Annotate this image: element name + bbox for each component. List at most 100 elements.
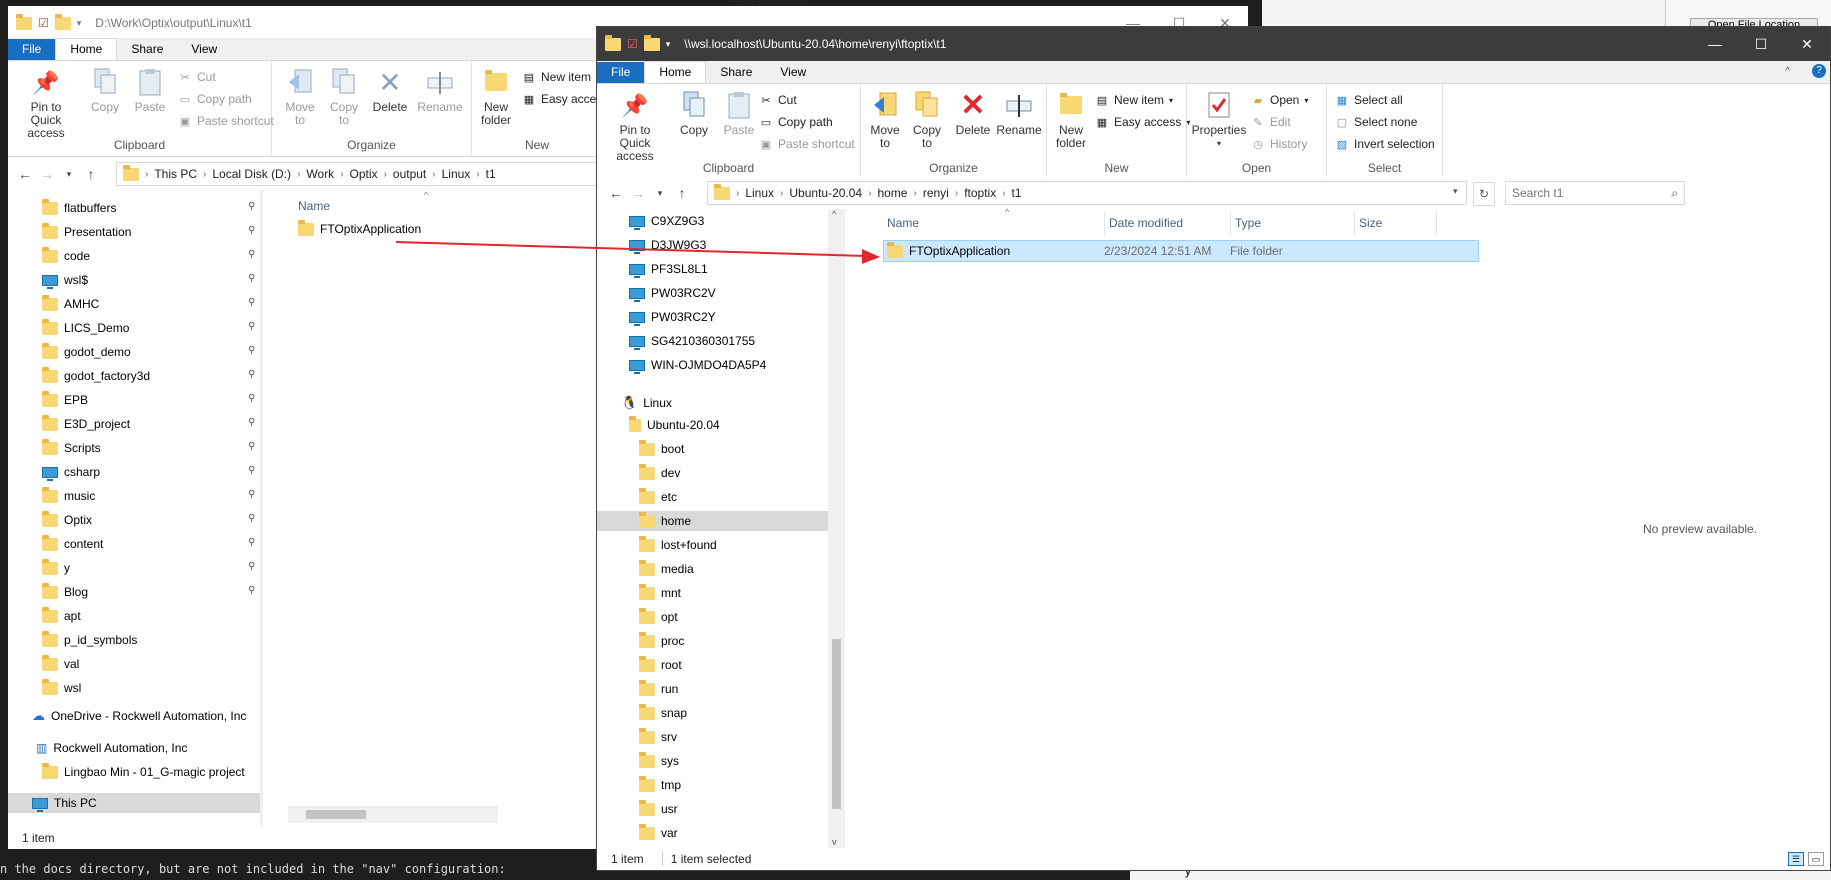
move-to-button[interactable]: Move to [280, 67, 320, 127]
easy-access-button[interactable]: ▦Easy access▾ [1095, 115, 1191, 129]
tree-item-ubuntu[interactable]: Ubuntu-20.04 [629, 415, 720, 435]
breadcrumb-item[interactable]: This PC [154, 167, 197, 181]
history-button[interactable]: ◷ History [1251, 137, 1307, 151]
tree-item-dev[interactable]: dev [639, 463, 680, 483]
tab-view[interactable]: View [177, 39, 231, 60]
file-item-ftoptix[interactable]: FTOptixApplication [298, 219, 421, 239]
new-folder-button[interactable]: New folder [1051, 90, 1091, 150]
breadcrumb-item[interactable]: t1 [486, 167, 496, 181]
tree-item-blog[interactable]: Blog ⚲ [42, 582, 262, 602]
copy-to-button[interactable]: Copy to [324, 67, 364, 127]
paste-shortcut-button[interactable]: ▣ Paste shortcut [759, 137, 855, 151]
breadcrumb-item[interactable]: Local Disk (D:) [212, 167, 291, 181]
tree-item-snap[interactable]: snap [639, 703, 687, 723]
column-header-date[interactable]: Date modified [1109, 211, 1231, 235]
tree-item-computer[interactable]: D3JW9G3 [629, 235, 706, 255]
paste-button[interactable]: Paste [130, 67, 170, 114]
tree-item-epb[interactable]: EPB ⚲ [42, 390, 262, 410]
copy-button[interactable]: Copy [86, 67, 124, 114]
tree-item-usr[interactable]: usr [639, 799, 678, 819]
tree-item-var[interactable]: var [639, 823, 678, 843]
tree-item-flatbuffers[interactable]: flatbuffers ⚲ [42, 198, 262, 218]
tree-item-computer[interactable]: SG4210360301755 [629, 331, 755, 351]
tree-item-csharp[interactable]: csharp ⚲ [42, 462, 262, 482]
tree-item-run[interactable]: run [639, 679, 678, 699]
tree-item-computer[interactable]: PF3SL8L1 [629, 259, 708, 279]
paste-button[interactable]: Paste [719, 90, 759, 137]
chevron-down-icon[interactable]: ▾ [666, 39, 671, 50]
invert-selection-button[interactable]: ▧ Invert selection [1335, 137, 1435, 151]
tree-item-lost-found[interactable]: lost+found [639, 535, 717, 555]
properties-icon[interactable]: ☑ [38, 16, 49, 30]
tree-item-godot-factory3d[interactable]: godot_factory3d ⚲ [42, 366, 262, 386]
rename-button[interactable]: Rename [995, 90, 1043, 137]
copy-path-button[interactable]: ▭ Copy path [178, 92, 252, 106]
up-arrow-icon[interactable]: ↑ [80, 166, 102, 182]
scroll-down-icon[interactable]: v [832, 837, 837, 847]
tree-item-computer[interactable]: C9XZ9G3 [629, 211, 704, 231]
tree-item-this-pc[interactable]: This PC [8, 793, 260, 813]
tree-item-amhc[interactable]: AMHC ⚲ [42, 294, 262, 314]
tree-item-computer[interactable]: WIN-OJMDO4DA5P4 [629, 355, 766, 375]
maximize-icon[interactable]: ☐ [1738, 27, 1784, 61]
tree-item-p-id-symbols[interactable]: p_id_symbols [42, 630, 262, 650]
tree-item-proc[interactable]: proc [639, 631, 684, 651]
tree-item-opt[interactable]: opt [639, 607, 678, 627]
address-dropdown-icon[interactable]: ▾ [1453, 186, 1458, 197]
tree-item-lics-demo[interactable]: LICS_Demo ⚲ [42, 318, 262, 338]
tree-item-scripts[interactable]: Scripts ⚲ [42, 438, 262, 458]
minimize-icon[interactable]: — [1692, 27, 1738, 61]
breadcrumb-item[interactable]: Work [306, 167, 334, 181]
column-header-name[interactable]: Name [887, 211, 1105, 235]
breadcrumb-item[interactable]: renyi [923, 186, 949, 200]
forward-arrow-icon[interactable]: → [36, 166, 58, 182]
breadcrumb-item[interactable]: Optix [350, 167, 378, 181]
right-nav-scrollbar[interactable]: ^ v [828, 209, 845, 849]
breadcrumb-item[interactable]: ftoptix [964, 186, 996, 200]
tree-item-godot-demo[interactable]: godot_demo ⚲ [42, 342, 262, 362]
edit-button[interactable]: ✎ Edit [1251, 115, 1290, 129]
select-all-button[interactable]: ▦ Select all [1335, 93, 1403, 107]
breadcrumb-item[interactable]: Linux [745, 186, 774, 200]
breadcrumb[interactable]: › Linux › Ubuntu-20.04 › home › renyi › ftop… [707, 181, 1467, 205]
back-arrow-icon[interactable]: ← [14, 166, 36, 182]
tree-item-etc[interactable]: etc [639, 487, 677, 507]
large-icons-view-icon[interactable]: ▭ [1808, 852, 1824, 866]
tree-item-music[interactable]: music ⚲ [42, 486, 262, 506]
tree-item-root[interactable]: root [639, 655, 682, 675]
help-icon[interactable]: ? [1812, 64, 1826, 78]
recent-chevron-icon[interactable]: ▾ [649, 188, 671, 199]
cut-button[interactable]: ✂ Cut [759, 93, 796, 107]
tree-item-wsl[interactable]: wsl [42, 678, 262, 698]
tree-item-media[interactable]: media [639, 559, 694, 579]
tree-item-apt[interactable]: apt [42, 606, 262, 626]
left-nav-scrollbar[interactable] [260, 190, 263, 830]
column-header-size[interactable]: Size [1359, 211, 1437, 235]
tree-item-val[interactable]: val [42, 654, 262, 674]
tree-item-lingbao[interactable]: Lingbao Min - 01_G-magic project [42, 762, 245, 782]
tree-item-onedrive[interactable]: ☁ OneDrive - Rockwell Automation, Inc [32, 706, 246, 726]
rename-button[interactable]: Rename [416, 67, 464, 114]
breadcrumb-item[interactable]: Ubuntu-20.04 [789, 186, 862, 200]
chevron-down-icon[interactable]: ▾ [77, 18, 82, 29]
tree-item-code[interactable]: code ⚲ [42, 246, 262, 266]
tree-item-computer[interactable]: PW03RC2Y [629, 307, 716, 327]
search-input[interactable] [1512, 186, 1652, 200]
properties-icon[interactable]: ☑ [627, 37, 638, 51]
column-header-type[interactable]: Type [1235, 211, 1355, 235]
pin-quick-access-button[interactable]: 📌 Pin to Quick access [603, 90, 667, 163]
tree-item-presentation[interactable]: Presentation ⚲ [42, 222, 262, 242]
copy-to-button[interactable]: Copy to [907, 90, 947, 150]
right-title-bar[interactable]: ☑ ▾ \\wsl.localhost\Ubuntu-20.04\home\re… [597, 27, 1830, 61]
tree-item-y[interactable]: y ⚲ [42, 558, 262, 578]
copy-button[interactable]: Copy [675, 90, 713, 137]
tree-item-mnt[interactable]: mnt [639, 583, 681, 603]
move-to-button[interactable]: Move to [865, 90, 905, 150]
tab-share[interactable]: Share [117, 39, 177, 60]
tab-file[interactable]: File [597, 62, 645, 83]
copy-path-button[interactable]: ▭ Copy path [759, 115, 833, 129]
tab-view[interactable]: View [766, 62, 820, 83]
details-view-icon[interactable]: ☰ [1788, 852, 1804, 866]
scroll-up-icon[interactable]: ^ [832, 209, 836, 219]
open-button[interactable]: ▰ Open ▾ [1251, 93, 1309, 107]
